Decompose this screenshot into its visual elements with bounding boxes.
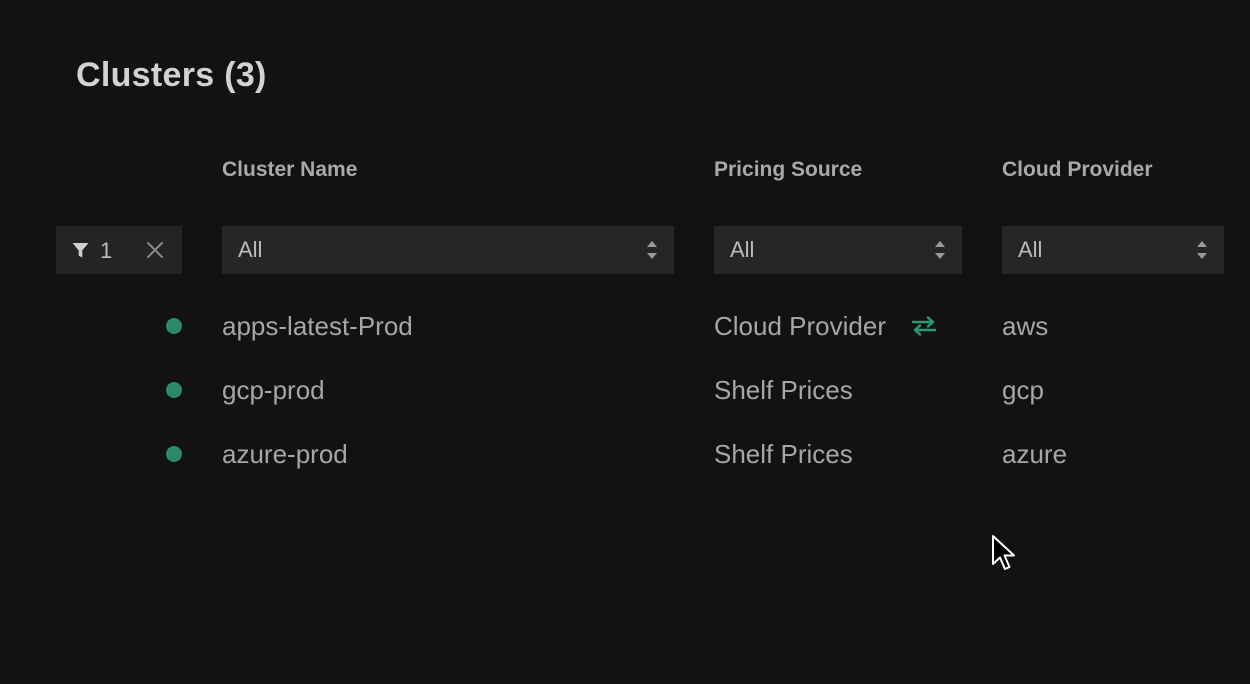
cloud-provider-cell: gcp — [1002, 375, 1044, 405]
column-header-pricing-source[interactable]: Pricing Source — [714, 158, 862, 182]
cloud-provider-filter-value: All — [1018, 237, 1043, 262]
swap-arrows-icon[interactable] — [911, 316, 937, 336]
table-row[interactable]: azure-prod Shelf Prices azure — [0, 434, 1250, 474]
column-header-cloud-provider[interactable]: Cloud Provider — [1002, 158, 1153, 182]
pricing-source-cell: Shelf Prices — [714, 375, 853, 405]
status-dot — [166, 446, 182, 462]
cluster-name-cell[interactable]: apps-latest-Prod — [222, 311, 413, 342]
funnel-icon — [72, 243, 89, 258]
cluster-name-cell[interactable]: gcp-prod — [222, 375, 325, 406]
cloud-provider-cell: aws — [1002, 311, 1049, 341]
cluster-name-filter-value: All — [238, 237, 263, 262]
pricing-source-cell: Cloud Provider — [714, 311, 886, 341]
cluster-name-filter-select[interactable]: All — [222, 226, 674, 274]
table-row[interactable]: gcp-prod Shelf Prices gcp — [0, 370, 1250, 410]
table-row[interactable]: apps-latest-Prod Cloud Provider aws — [0, 306, 1250, 346]
page-title: Clusters (3) — [76, 56, 267, 94]
column-header-cluster-name[interactable]: Cluster Name — [222, 158, 357, 182]
cluster-name-cell[interactable]: azure-prod — [222, 439, 348, 470]
status-dot — [166, 318, 182, 334]
sort-arrows-icon — [647, 241, 657, 259]
clusters-page: Clusters (3) Cluster Name Pricing Source… — [0, 0, 1250, 684]
mouse-pointer-icon — [992, 535, 1015, 570]
sort-arrows-icon — [935, 241, 945, 259]
pricing-source-filter-select[interactable]: All — [714, 226, 962, 274]
cloud-provider-filter-select[interactable]: All — [1002, 226, 1224, 274]
status-dot — [166, 382, 182, 398]
active-filter-count: 1 — [100, 238, 113, 263]
close-icon[interactable] — [145, 240, 165, 260]
sort-arrows-icon — [1197, 241, 1207, 259]
cloud-provider-cell: azure — [1002, 439, 1068, 469]
active-filters-chip[interactable]: 1 — [56, 226, 182, 274]
pricing-source-cell: Shelf Prices — [714, 439, 853, 469]
pricing-source-filter-value: All — [730, 237, 755, 262]
